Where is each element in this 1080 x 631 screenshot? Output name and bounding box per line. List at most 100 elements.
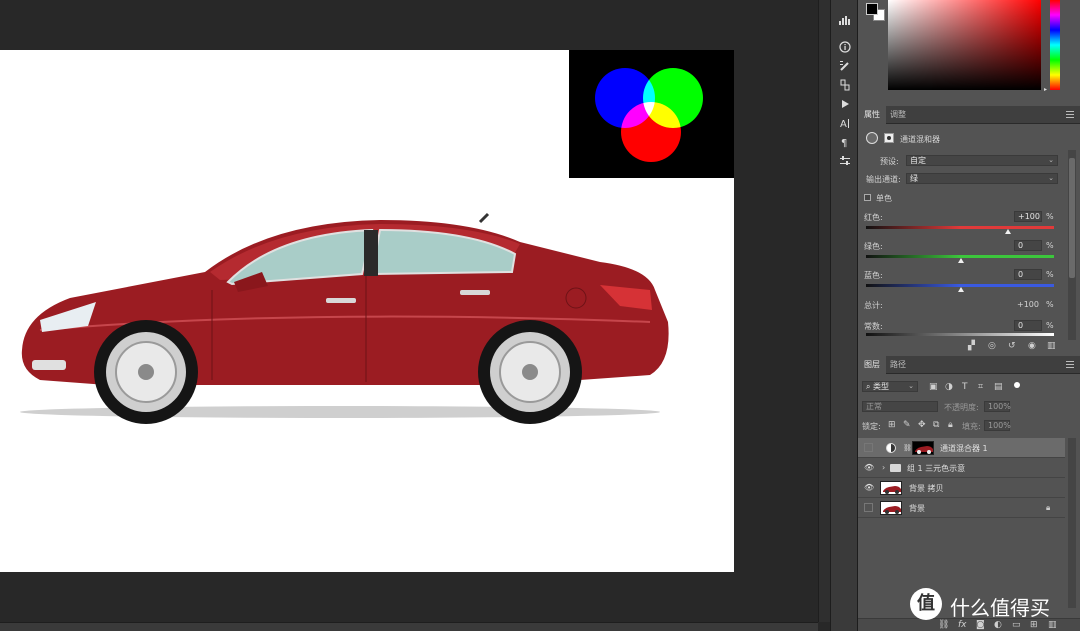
filter-toggle-icon[interactable] — [1014, 382, 1020, 388]
chevron-right-icon[interactable]: › — [882, 463, 885, 472]
constant-slider-track[interactable] — [866, 333, 1054, 336]
layer-thumbnail[interactable] — [880, 501, 902, 515]
filter-smart-object-icon[interactable]: ▤ — [994, 382, 1003, 392]
hue-slider[interactable] — [1050, 0, 1060, 90]
histogram-icon[interactable] — [837, 12, 853, 28]
lock-artboard-icon[interactable]: ⧉ — [933, 420, 939, 430]
monochrome-checkbox[interactable] — [864, 194, 871, 201]
eye-icon[interactable]: 👁︎ — [864, 484, 874, 492]
red-slider-thumb[interactable] — [1005, 229, 1011, 234]
rgb-additive-color-diagram — [569, 50, 734, 178]
tab-properties[interactable]: 属性 — [858, 106, 886, 124]
blue-slider-thumb[interactable] — [958, 287, 964, 292]
green-value-field[interactable]: 0 — [1014, 240, 1042, 251]
preset-dropdown[interactable]: 自定 ⌄ — [906, 155, 1058, 166]
layer-row-background-copy[interactable]: 👁︎ 背景 拷贝 — [858, 478, 1065, 498]
red-unit: % — [1046, 212, 1054, 221]
panel-icon-dock: A ¶ — [830, 0, 858, 631]
paragraph-icon[interactable]: ¶ — [837, 134, 853, 150]
layer-row-group[interactable]: 👁︎ › 组 1 三元色示意 — [858, 458, 1065, 478]
blue-value-field[interactable]: 0 — [1014, 269, 1042, 280]
blend-mode-dropdown[interactable]: 正常 — [862, 401, 938, 412]
lock-all-icon[interactable]: 🔒︎ — [948, 420, 953, 430]
green-slider-thumb[interactable] — [958, 258, 964, 263]
search-icon: ⌕ — [866, 382, 871, 391]
panel-menu-icon[interactable] — [1066, 111, 1074, 118]
adjustment-layer-icon — [866, 132, 878, 144]
total-label: 总计: — [864, 301, 883, 310]
layer-row-background[interactable]: 背景 🔒︎ — [858, 498, 1065, 518]
lock-label: 锁定: — [862, 422, 881, 431]
view-previous-state-icon[interactable]: ◎ — [988, 341, 996, 351]
green-slider-label: 绿色: — [864, 242, 883, 251]
eye-icon[interactable]: 👁︎ — [864, 464, 874, 472]
link-icon[interactable]: ⛓ — [903, 444, 912, 452]
visibility-toggle[interactable] — [864, 443, 873, 452]
adjustment-layer-icon — [886, 443, 896, 453]
color-panel: ▸ — [858, 0, 1080, 104]
panel-menu-icon[interactable] — [1066, 361, 1074, 368]
lock-position-icon[interactable]: ✥ — [918, 420, 926, 430]
tab-paths[interactable]: 路径 — [884, 356, 912, 374]
vertical-scrollbar[interactable] — [818, 0, 830, 622]
layers-tab-bar: 图层 路径 — [858, 356, 1080, 374]
opacity-field[interactable]: 100% — [984, 401, 1011, 412]
fill-field[interactable]: 100% — [984, 420, 1011, 431]
chevron-down-icon: ⌄ — [1048, 174, 1054, 182]
clip-to-layer-icon[interactable]: ▞ — [968, 341, 975, 351]
visibility-toggle[interactable] — [864, 503, 873, 512]
layer-name: 组 1 三元色示意 — [907, 464, 966, 473]
svg-text:¶: ¶ — [841, 138, 847, 148]
layer-name: 通道混合器 1 — [940, 444, 988, 453]
clone-source-icon[interactable] — [837, 77, 853, 93]
lock-image-icon[interactable]: ✎ — [903, 420, 911, 430]
filter-shape-icon[interactable]: ⌗ — [978, 382, 983, 392]
layer-name: 背景 拷贝 — [909, 484, 944, 493]
layer-row-channel-mixer[interactable]: ⛓ 通道混合器 1 — [858, 438, 1065, 458]
constant-value-field[interactable]: 0 — [1014, 320, 1042, 331]
tab-layers[interactable]: 图层 — [858, 356, 886, 374]
constant-unit: % — [1046, 321, 1054, 330]
properties-scrollbar[interactable] — [1068, 150, 1076, 340]
filter-adjustment-icon[interactable]: ◑ — [945, 382, 953, 392]
actions-play-icon[interactable] — [837, 96, 853, 112]
blue-slider-label: 蓝色: — [864, 271, 883, 280]
red-slider-track[interactable] — [866, 226, 1054, 229]
watermark-text: 什么值得买 — [950, 596, 1050, 620]
layer-mask-thumbnail[interactable] — [912, 441, 934, 455]
layer-mask-icon[interactable] — [884, 133, 894, 143]
lock-transparent-icon[interactable]: ⊞ — [888, 420, 896, 430]
trash-icon[interactable]: ▥ — [1047, 341, 1056, 351]
tab-adjustments[interactable]: 调整 — [884, 106, 912, 124]
output-channel-value: 绿 — [910, 174, 918, 183]
visibility-toggle-icon[interactable]: ◉ — [1028, 341, 1036, 351]
filter-type-icon[interactable]: T — [962, 382, 968, 392]
preset-value: 自定 — [910, 156, 926, 165]
info-icon[interactable] — [837, 39, 853, 55]
layer-name: 背景 — [909, 504, 925, 513]
blue-unit: % — [1046, 270, 1054, 279]
watermark-logo: 值 — [910, 588, 942, 620]
foreground-color-swatch[interactable] — [866, 3, 878, 15]
monochrome-label: 单色 — [876, 194, 892, 203]
properties-tab-bar: 属性 调整 — [858, 106, 1080, 124]
opacity-label: 不透明度: — [944, 403, 979, 412]
properties-title: 通道混和器 — [900, 135, 940, 144]
reset-icon[interactable]: ↺ — [1008, 341, 1016, 351]
output-channel-dropdown[interactable]: 绿 ⌄ — [906, 173, 1058, 184]
red-slider-label: 红色: — [864, 213, 883, 222]
layer-filter-value: 类型 — [873, 382, 890, 391]
brush-settings-icon[interactable] — [837, 58, 853, 74]
constant-label: 常数: — [864, 322, 883, 331]
chevron-down-icon: ⌄ — [1048, 156, 1054, 164]
layer-thumbnail[interactable] — [880, 481, 902, 495]
color-saturation-field[interactable] — [888, 0, 1041, 90]
lock-icon: 🔒︎ — [1046, 503, 1051, 512]
layer-filter-dropdown[interactable]: ⌕ 类型 ⌄ — [862, 381, 918, 392]
red-value-field[interactable]: +100 — [1014, 211, 1042, 222]
character-icon[interactable]: A — [837, 115, 853, 131]
fill-label: 填充: — [962, 422, 981, 431]
properties-sliders-icon[interactable] — [837, 153, 853, 169]
layers-scrollbar[interactable] — [1068, 438, 1076, 608]
filter-pixel-icon[interactable]: ▣ — [929, 382, 938, 392]
